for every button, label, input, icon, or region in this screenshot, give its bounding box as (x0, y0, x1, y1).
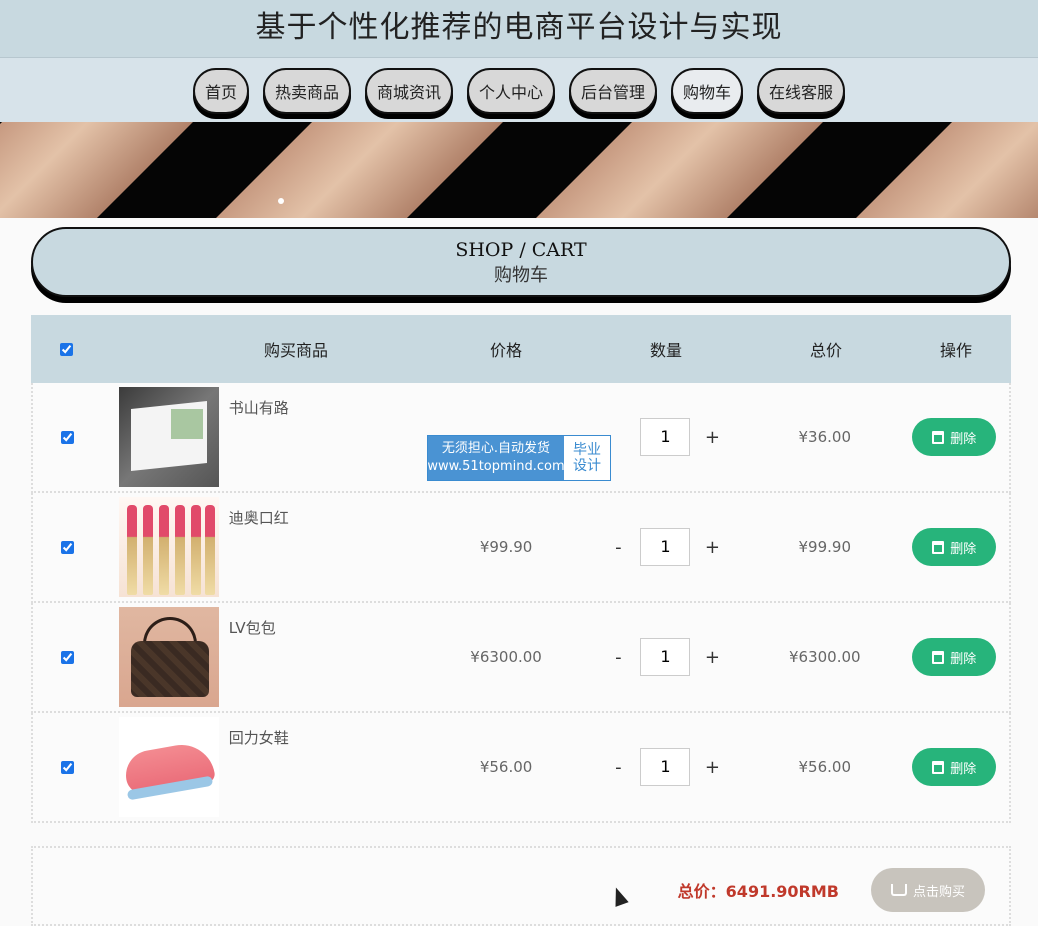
buy-label: 点击购买 (912, 884, 965, 900)
nav-item-hot-goods[interactable]: 热卖商品 (262, 68, 351, 114)
header-goods: 购买商品 (263, 341, 328, 360)
main-nav: 首页 热卖商品 商城资讯 个人中心 后台管理 购物车 在线客服 (0, 58, 1038, 122)
watermark-right: 毕业 设计 (564, 436, 610, 480)
qty-minus-button[interactable]: - (608, 537, 628, 558)
trash-icon (932, 650, 945, 664)
row-checkbox[interactable] (61, 430, 75, 444)
bag-body (130, 641, 209, 697)
product-name[interactable]: 书山有路 (229, 397, 289, 418)
product-price: ¥99.90 (479, 538, 533, 556)
nav-item-admin[interactable]: 后台管理 (569, 68, 658, 114)
watermark-badge: 无须担心.自动发货 www.51topmind.com 毕业 设计 (427, 435, 611, 481)
qty-plus-button[interactable]: + (702, 757, 722, 778)
cart-heading: SHOP / CART 购物车 (31, 227, 1011, 297)
delete-button[interactable]: 删除 (912, 528, 997, 566)
grand-total: 总价：6491.90RMB (677, 882, 839, 901)
product-name[interactable]: 迪奥口红 (229, 507, 289, 528)
row-total: ¥99.90 (798, 538, 852, 556)
nav-item-profile[interactable]: 个人中心 (466, 68, 555, 114)
delete-button[interactable]: 删除 (912, 638, 997, 676)
watermark-side1: 毕业 (573, 442, 601, 458)
header-price: 价格 (489, 341, 522, 360)
header-qty: 数量 (649, 341, 682, 360)
watermark-side2: 设计 (573, 458, 601, 474)
lipstick (158, 505, 169, 595)
row-total: ¥56.00 (798, 758, 852, 776)
cart-heading-cn: 购物车 (494, 265, 548, 286)
nav-item-news[interactable]: 商城资讯 (364, 68, 453, 114)
buy-button[interactable]: 点击购买 (871, 868, 985, 912)
delete-button[interactable]: 删除 (912, 418, 997, 456)
banner-stripe (495, 122, 860, 218)
row-checkbox[interactable] (61, 540, 75, 554)
qty-plus-button[interactable]: + (702, 427, 722, 448)
table-row: 迪奥口红 ¥99.90 - 1 + ¥99.90 删除 (31, 493, 1011, 603)
row-checkbox[interactable] (61, 650, 75, 664)
site-header: 基于个性化推荐的电商平台设计与实现 (0, 0, 1038, 58)
qty-value: 1 (660, 647, 671, 666)
watermark-left: 无须担心.自动发货 www.51topmind.com (427, 436, 565, 480)
nav-item-cart[interactable]: 购物车 (671, 68, 744, 114)
header-op: 操作 (939, 341, 972, 360)
banner-stripe (175, 122, 540, 218)
cart-icon (890, 884, 907, 896)
watermark-line2: www.51topmind.com (427, 459, 565, 474)
cart-heading-en: SHOP / CART (455, 239, 587, 261)
nav-item-support[interactable]: 在线客服 (757, 68, 846, 114)
row-total: ¥36.00 (798, 428, 852, 446)
product-image (118, 607, 219, 707)
site-title: 基于个性化推荐的电商平台设计与实现 (255, 10, 783, 45)
lipstick (190, 505, 201, 595)
product-image (118, 497, 219, 597)
book-photo (170, 409, 203, 439)
qty-minus-button[interactable]: - (608, 647, 628, 668)
trash-icon (932, 760, 945, 774)
qty-plus-button[interactable]: + (702, 537, 722, 558)
delete-label: 删除 (950, 541, 977, 557)
lipstick (142, 505, 153, 595)
qty-value: 1 (660, 537, 671, 556)
qty-minus-button[interactable]: - (608, 757, 628, 778)
product-image (118, 387, 219, 487)
qty-input[interactable]: 1 (640, 418, 691, 456)
lipstick (174, 505, 185, 595)
nav-item-home[interactable]: 首页 (192, 68, 249, 114)
trash-icon (932, 430, 945, 444)
delete-label: 删除 (950, 431, 977, 447)
table-header: 购买商品 价格 数量 总价 操作 (31, 315, 1011, 383)
table-row: 回力女鞋 ¥56.00 - 1 + ¥56.00 删除 (31, 713, 1011, 823)
cart-footer: 总价：6491.90RMB 点击购买 (31, 846, 1011, 926)
qty-value: 1 (660, 757, 671, 776)
lipstick (126, 505, 137, 595)
table-row: LV包包 ¥6300.00 - 1 + ¥6300.00 删除 (31, 603, 1011, 713)
delete-label: 删除 (950, 651, 977, 667)
banner-image (0, 122, 1038, 218)
product-image (118, 717, 219, 817)
trash-icon (932, 540, 945, 554)
lipstick (204, 505, 215, 595)
select-all-checkbox[interactable] (59, 342, 73, 356)
cart-table: 购买商品 价格 数量 总价 操作 书山有路 1 + ¥36.00 删除 迪奥口红… (31, 315, 1011, 823)
qty-input[interactable]: 1 (640, 528, 691, 566)
qty-input[interactable]: 1 (640, 748, 691, 786)
banner-dot (278, 198, 284, 204)
delete-label: 删除 (950, 761, 977, 777)
qty-input[interactable]: 1 (640, 638, 691, 676)
product-price: ¥56.00 (479, 758, 533, 776)
delete-button[interactable]: 删除 (912, 748, 997, 786)
banner-stripe (815, 122, 1038, 218)
product-price: ¥6300.00 (470, 648, 542, 666)
qty-plus-button[interactable]: + (702, 647, 722, 668)
watermark-line1: 无须担心.自动发货 (441, 441, 551, 456)
product-name[interactable]: LV包包 (229, 617, 276, 638)
banner-stripe (0, 122, 230, 218)
product-name[interactable]: 回力女鞋 (229, 727, 289, 748)
qty-value: 1 (660, 427, 671, 446)
row-total: ¥6300.00 (788, 648, 861, 666)
header-total: 总价 (809, 341, 842, 360)
row-checkbox[interactable] (61, 760, 75, 774)
